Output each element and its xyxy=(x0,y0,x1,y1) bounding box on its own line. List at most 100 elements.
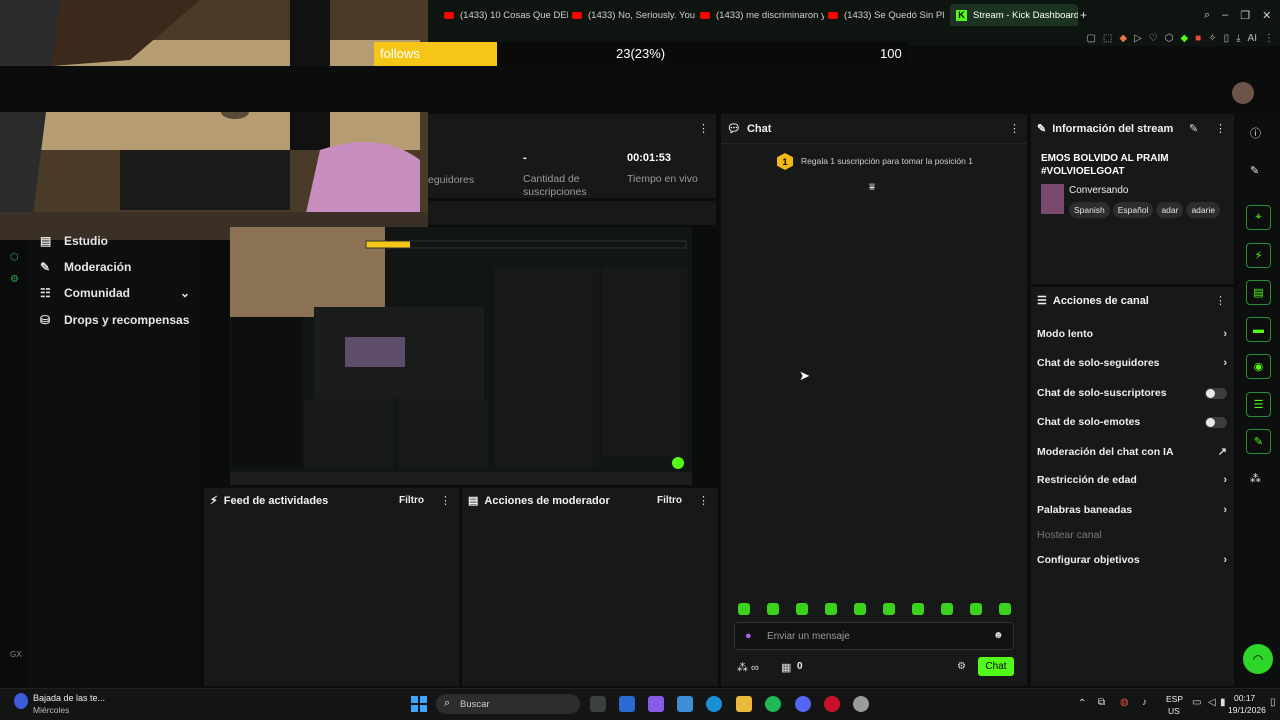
info-icon[interactable]: ⓘ xyxy=(1250,125,1261,141)
maximize-icon[interactable]: ❐ xyxy=(1240,9,1250,22)
more-icon[interactable]: ⋮ xyxy=(1215,294,1226,307)
taskbar-search[interactable]: ⌕ Buscar xyxy=(436,694,580,714)
wrench-icon[interactable]: ✎ xyxy=(1246,429,1271,454)
chat-input[interactable]: ● Enviar un mensaje ☻ xyxy=(734,622,1014,650)
more-icon[interactable]: ⋮ xyxy=(1215,122,1226,135)
opera-gx-icon[interactable] xyxy=(824,696,840,712)
layout-icon[interactable]: ☰ xyxy=(1246,392,1271,417)
extension-icon[interactable]: ⬡ xyxy=(10,252,19,263)
outlook-icon[interactable] xyxy=(619,696,635,712)
battery-icon[interactable]: ▮ xyxy=(1220,697,1226,708)
gift-promo-text[interactable]: Regala 1 suscripción para tomar la posic… xyxy=(801,156,973,166)
language-indicator[interactable]: ESP xyxy=(1166,694,1183,704)
points-icon[interactable]: ⁂ ∞ xyxy=(737,661,759,674)
emote-icon[interactable] xyxy=(999,603,1011,615)
avatar[interactable] xyxy=(1232,82,1254,104)
heart-icon[interactable]: ♡ xyxy=(1149,33,1158,44)
browser-tab[interactable]: (1433) 10 Cosas Que DEB xyxy=(444,4,568,26)
obs-icon[interactable] xyxy=(853,696,869,712)
edit-icon[interactable]: ✎ xyxy=(1250,164,1259,177)
edge-icon[interactable] xyxy=(706,696,722,712)
cube-icon[interactable]: ⬡ xyxy=(1165,33,1174,44)
store-icon[interactable] xyxy=(677,696,693,712)
sidebar-icon[interactable]: ▯ xyxy=(1224,33,1230,44)
sidebar-item-studio[interactable]: ▤ Estudio xyxy=(40,234,108,248)
more-icon[interactable]: ⋮ xyxy=(698,122,709,135)
tray-chevron-icon[interactable]: ⌃ xyxy=(1078,698,1086,709)
chat-send-button[interactable]: Chat xyxy=(978,657,1014,676)
notification-icon[interactable]: ▯ xyxy=(1270,697,1276,708)
sidebar-item-moderation[interactable]: ✎ Moderación xyxy=(40,260,131,274)
configure-goals-row[interactable]: Configurar objetivos › xyxy=(1037,554,1227,566)
shield-icon[interactable]: ◆ xyxy=(1119,33,1127,44)
windows-start-icon[interactable] xyxy=(411,696,427,712)
weather-title[interactable]: Bajada de las te... xyxy=(33,693,105,703)
emote-icon[interactable] xyxy=(883,603,895,615)
edit-icon[interactable]: ✎ xyxy=(1189,122,1198,135)
network-icon[interactable]: ▭ xyxy=(1192,697,1201,708)
microphone-icon[interactable]: ● xyxy=(745,630,752,642)
age-restriction-row[interactable]: Restricción de edad › xyxy=(1037,474,1227,486)
support-button[interactable]: ◠ xyxy=(1243,644,1273,674)
emotes-only-toggle[interactable] xyxy=(1205,416,1227,428)
browser-tab-active[interactable]: K Stream - Kick Dashboard xyxy=(950,4,1078,26)
file-explorer-icon[interactable] xyxy=(736,696,752,712)
banned-words-row[interactable]: Palabras baneadas › xyxy=(1037,504,1227,516)
mod-filter-button[interactable]: Filtro xyxy=(657,495,682,506)
puzzle-icon[interactable]: ✧ xyxy=(1208,33,1216,44)
more-icon[interactable]: ⋮ xyxy=(440,494,451,507)
emoji-icon[interactable]: ☻ xyxy=(993,630,1004,641)
points-icon[interactable]: ⁂ xyxy=(1250,472,1261,485)
document-icon[interactable]: ▤ xyxy=(1246,280,1271,305)
emote-icon[interactable] xyxy=(941,603,953,615)
slow-mode-row[interactable]: Modo lento › xyxy=(1037,328,1227,340)
settings-icon[interactable]: ⚙ xyxy=(10,274,19,285)
spotify-icon[interactable] xyxy=(765,696,781,712)
sidebar-item-drops[interactable]: ⛁ Drops y recompensas xyxy=(40,313,189,327)
play-icon[interactable]: ▷ xyxy=(1134,33,1142,44)
search-icon[interactable]: ⌕ xyxy=(1204,9,1210,22)
focus-icon[interactable]: ⌖ xyxy=(1246,205,1271,230)
emote-icon[interactable] xyxy=(796,603,808,615)
more-icon[interactable]: ⋮ xyxy=(698,494,709,507)
chat-icon[interactable]: ▬ xyxy=(1246,317,1271,342)
extension-icon[interactable]: ⬚ xyxy=(1103,33,1112,44)
clock-time[interactable]: 00:17 xyxy=(1234,693,1255,703)
extension-icon[interactable]: ▢ xyxy=(1086,33,1095,44)
sidebar-item-community[interactable]: ☷ Comunidad ⌄ xyxy=(40,286,190,300)
new-tab-button[interactable]: + xyxy=(1080,4,1087,26)
category-name[interactable]: Conversando xyxy=(1069,185,1128,196)
extension-icon[interactable]: ■ xyxy=(1195,33,1201,44)
minimize-icon[interactable]: – xyxy=(1222,9,1228,21)
download-icon[interactable]: ⤓ xyxy=(1236,33,1240,44)
emote-icon[interactable] xyxy=(970,603,982,615)
emote-icon[interactable] xyxy=(912,603,924,615)
ai-button[interactable]: AI xyxy=(1248,33,1257,44)
bolt-icon[interactable]: ⚡︎ xyxy=(1246,243,1271,268)
gear-icon[interactable]: ⚙ xyxy=(957,661,966,672)
followers-only-row[interactable]: Chat de solo-seguidores › xyxy=(1037,357,1227,369)
emote-icon[interactable] xyxy=(767,603,779,615)
browser-tab[interactable]: (1433) me discriminaron y xyxy=(700,4,824,26)
store-icon[interactable]: ▦ xyxy=(781,661,791,674)
task-view-icon[interactable] xyxy=(590,696,606,712)
vpn-icon[interactable]: ◆ xyxy=(1180,33,1188,44)
ai-moderation-row[interactable]: Moderación del chat con IA ↗ xyxy=(1037,445,1227,459)
emote-icon[interactable] xyxy=(825,603,837,615)
copilot-icon[interactable] xyxy=(648,696,664,712)
menu-icon[interactable]: ⋮ xyxy=(1264,33,1274,44)
volume-icon[interactable]: ◁ xyxy=(1208,697,1216,708)
emote-icon[interactable] xyxy=(854,603,866,615)
microphone-icon[interactable]: ♪ xyxy=(1142,697,1147,708)
feed-filter-button[interactable]: Filtro xyxy=(399,495,424,506)
broadcast-icon[interactable]: ◉ xyxy=(1246,354,1271,379)
browser-tab[interactable]: (1433) Se Quedó Sin Plata xyxy=(828,4,944,26)
more-icon[interactable]: ⋮ xyxy=(1009,122,1020,135)
discord-icon[interactable] xyxy=(795,696,811,712)
pinned-toggle-icon[interactable]: ⩸ xyxy=(869,182,875,193)
tray-icon[interactable]: ◍ xyxy=(1120,697,1129,708)
tray-icon[interactable]: ⧉ xyxy=(1098,697,1105,708)
emote-icon[interactable] xyxy=(738,603,750,615)
close-icon[interactable]: ✕ xyxy=(1262,9,1271,22)
browser-tab[interactable]: (1433) No, Seriously. You xyxy=(572,4,696,26)
